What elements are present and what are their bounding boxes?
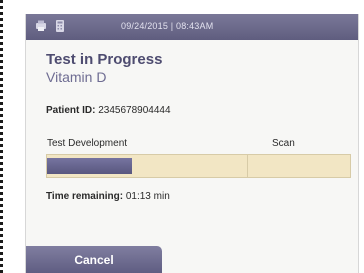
status-bar: 09/24/2015 | 08:43AM (26, 14, 358, 40)
time-remaining-value: 01:13 min (125, 191, 170, 202)
printer-icon (36, 20, 46, 31)
progress-bar (46, 154, 351, 178)
progress-stage-labels: Test Development Scan (46, 138, 351, 152)
stage-label-test-development: Test Development (47, 138, 128, 149)
test-name: Vitamin D (46, 69, 107, 85)
time-remaining-label: Time remaining: (46, 191, 124, 202)
page-title: Test in Progress (46, 51, 163, 68)
calculator-icon (56, 20, 64, 32)
progress-stage-divider (247, 155, 248, 177)
datetime-label: 09/24/2015 | 08:43AM (121, 21, 214, 31)
patient-id: Patient ID: 2345678904444 (46, 105, 171, 116)
dotted-frame-border (0, 0, 5, 273)
test-progress: Test Development Scan (46, 138, 351, 178)
patient-id-label: Patient ID: (46, 105, 96, 116)
patient-id-value: 2345678904444 (98, 105, 171, 116)
time-remaining: Time remaining: 01:13 min (46, 191, 170, 202)
device-screen: 09/24/2015 | 08:43AM Test in Progress Vi… (25, 14, 359, 273)
progress-fill (47, 158, 132, 174)
stage-label-scan: Scan (272, 138, 295, 149)
cancel-button[interactable]: Cancel (26, 246, 162, 273)
